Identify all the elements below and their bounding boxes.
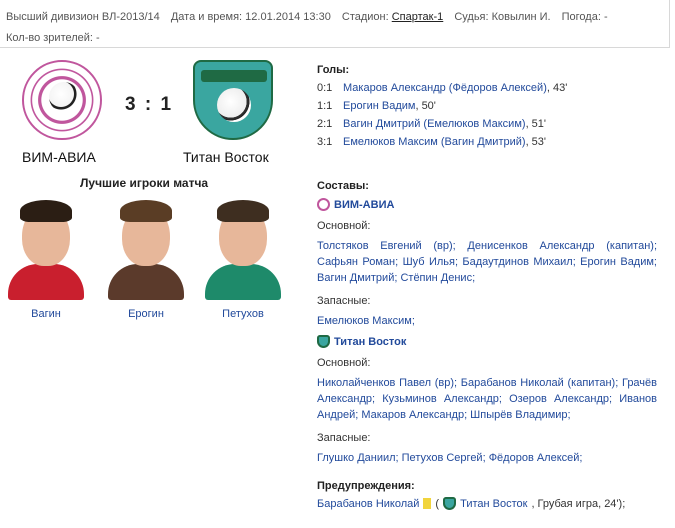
away-team-mini-logo-icon: [443, 497, 457, 510]
warnings-section: Предупреждения: Барабанов Николай ( Тита…: [317, 480, 667, 510]
goal-score: 0:1: [317, 82, 333, 94]
weather-value: -: [603, 11, 608, 23]
goal-score: 3:1: [317, 136, 333, 148]
logo-band: [201, 70, 267, 82]
warning-team-link[interactable]: Титан Восток: [460, 498, 527, 510]
warning-open-paren: (: [435, 497, 440, 510]
best-player-card[interactable]: Вагин: [6, 192, 86, 320]
home-main-label: Основной:: [317, 220, 371, 232]
away-subs-label: Запасные:: [317, 432, 371, 444]
lineups-section: Составы: ВИМ-АВИА Основной: Толстяков Ев…: [317, 180, 657, 466]
home-main-players[interactable]: Толстяков Евгений (вр); Денисенков Алекс…: [317, 238, 657, 286]
stadium-label: Стадион:: [341, 11, 389, 23]
weather-label: Погода:: [561, 11, 601, 23]
goal-scorer-link[interactable]: Макаров Александр (Фёдоров Алексей): [343, 82, 547, 94]
warning-row: Барабанов Николай ( Титан Восток , Грубая…: [317, 497, 667, 510]
match-info-panel: Высший дивизион ВЛ-2013/14 Дата и время:…: [0, 0, 670, 48]
football-icon: [49, 82, 79, 112]
home-sub-players[interactable]: Емелюков Максим;: [317, 313, 657, 329]
lineups-title: Составы:: [317, 180, 369, 192]
goal-scorer-link[interactable]: Ерогин Вадим: [343, 100, 415, 112]
player-photo[interactable]: [108, 192, 184, 300]
goal-minute: , 51': [525, 118, 547, 130]
goals-title: Голы:: [317, 64, 350, 76]
best-player-card[interactable]: Ерогин: [106, 192, 186, 320]
spectators-label: Кол-во зрителей:: [6, 32, 93, 44]
away-main-label: Основной:: [317, 357, 371, 369]
datetime-value: 12.01.2014 13:30: [245, 11, 331, 23]
goal-minute: , 53': [525, 136, 547, 148]
referee-label: Судья:: [454, 11, 489, 23]
goals-section: Голы: 0:1 Макаров Александр (Фёдоров Алек…: [317, 64, 567, 148]
best-player-card[interactable]: Петухов: [203, 192, 283, 320]
home-team-mini-logo-icon: [317, 198, 330, 211]
warning-detail: , Грубая игра, 24');: [531, 497, 626, 510]
player-photo[interactable]: [205, 192, 281, 300]
goal-score: 1:1: [317, 100, 333, 112]
away-team-name: Титан Восток: [183, 149, 269, 165]
goal-minute: , 50': [415, 100, 436, 112]
stadium-link[interactable]: Спартак-1: [392, 11, 444, 23]
away-team-mini-logo-icon: [317, 335, 330, 348]
player-name-link[interactable]: Петухов: [203, 308, 283, 320]
goal-row: 2:1 Вагин Дмитрий (Емелюков Максим), 51': [317, 118, 567, 130]
player-name-link[interactable]: Ерогин: [106, 308, 186, 320]
away-sub-players[interactable]: Глушко Даниил; Петухов Сергей; Фёдоров А…: [317, 450, 657, 466]
match-score: 3 : 1: [125, 94, 174, 115]
warned-player-link[interactable]: Барабанов Николай: [317, 498, 419, 510]
home-team-logo: [22, 60, 102, 140]
away-team-link[interactable]: Титан Восток: [334, 336, 406, 348]
away-lineup-header: Титан Восток: [317, 335, 657, 348]
home-team-link[interactable]: ВИМ-АВИА: [334, 199, 394, 211]
away-team-logo: [193, 60, 273, 140]
away-main-players[interactable]: Николайченков Павел (вр); Барабанов Нико…: [317, 375, 657, 423]
yellow-card-icon: [423, 498, 432, 509]
football-icon: [217, 88, 251, 122]
home-team-name: ВИМ-АВИА: [22, 149, 96, 165]
goal-row: 3:1 Емелюков Максим (Вагин Дмитрий), 53': [317, 136, 567, 148]
home-subs-label: Запасные:: [317, 295, 371, 307]
player-photo[interactable]: [8, 192, 84, 300]
goal-minute: , 43': [546, 82, 568, 94]
referee-value: Ковылин И.: [491, 11, 551, 23]
goal-scorer-link[interactable]: Вагин Дмитрий (Емелюков Максим): [343, 118, 526, 130]
goal-row: 0:1 Макаров Александр (Фёдоров Алексей), …: [317, 82, 567, 94]
player-name-link[interactable]: Вагин: [6, 308, 86, 320]
home-lineup-header: ВИМ-АВИА: [317, 198, 657, 211]
spectators-value: -: [96, 32, 100, 44]
goal-scorer-link[interactable]: Емелюков Максим (Вагин Дмитрий): [343, 136, 526, 148]
datetime-label: Дата и время:: [170, 11, 243, 23]
division-label: Высший дивизион ВЛ-2013/14: [6, 11, 160, 23]
best-players-title: Лучшие игроки матча: [80, 176, 209, 190]
warnings-title: Предупреждения:: [317, 480, 415, 492]
goal-score: 2:1: [317, 118, 333, 130]
goal-row: 1:1 Ерогин Вадим, 50': [317, 100, 567, 112]
